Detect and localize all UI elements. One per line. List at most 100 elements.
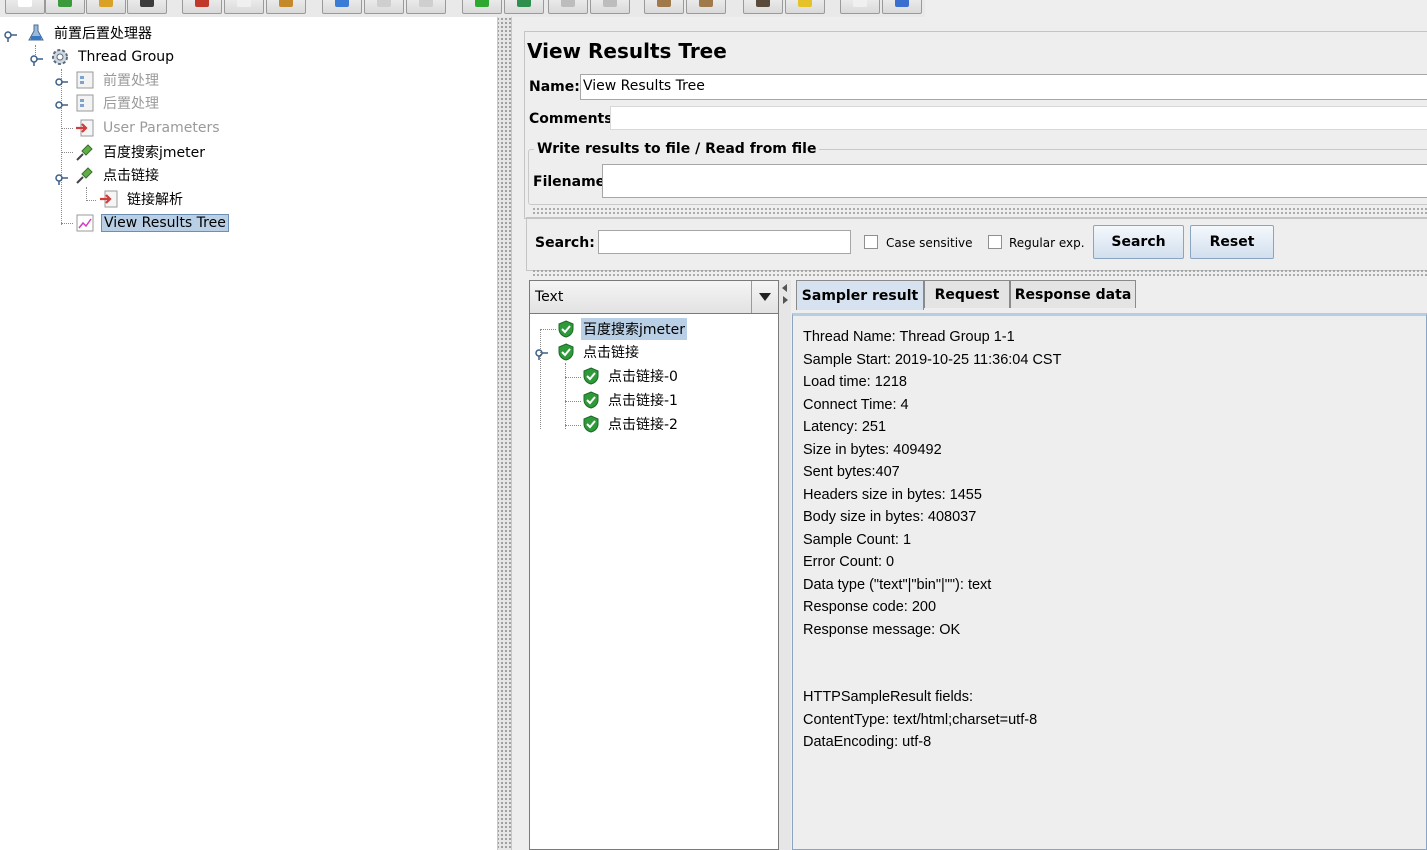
collapsed-handle-icon[interactable] bbox=[55, 75, 69, 89]
tree-node-user-parameters[interactable]: User Parameters bbox=[75, 117, 222, 139]
sample-node[interactable]: 百度搜索jmeter bbox=[557, 318, 687, 340]
expand-button[interactable] bbox=[322, 0, 362, 14]
tree-node-test-plan[interactable]: 前置后置处理器 bbox=[26, 22, 154, 44]
comments-field[interactable] bbox=[610, 106, 1427, 130]
reset-search-icon bbox=[798, 0, 812, 7]
divider-handle[interactable] bbox=[532, 269, 1427, 277]
tab-response-data[interactable]: Response data bbox=[1010, 280, 1136, 308]
test-plan-tree[interactable]: 前置后置处理器 Thread Group 前置处理 后置处理 User Para… bbox=[0, 17, 497, 850]
reset-search-button[interactable] bbox=[785, 0, 825, 14]
search-tree-button[interactable] bbox=[743, 0, 783, 14]
results-splitter[interactable] bbox=[779, 280, 791, 850]
expanded-handle-icon[interactable] bbox=[4, 28, 18, 42]
tree-node-pre-transaction[interactable]: 前置处理 bbox=[75, 69, 161, 91]
transaction-controller-icon bbox=[75, 70, 95, 90]
tree-node-click-link[interactable]: 点击链接 bbox=[75, 164, 161, 186]
search-input[interactable] bbox=[598, 230, 851, 254]
shutdown-button[interactable] bbox=[590, 0, 630, 14]
templates-button[interactable] bbox=[45, 0, 85, 14]
sampler-result-line: Thread Name: Thread Group 1-1 bbox=[803, 329, 1015, 345]
toggle-button[interactable] bbox=[406, 0, 446, 14]
gear-icon bbox=[50, 47, 70, 67]
collapsed-handle-icon[interactable] bbox=[55, 98, 69, 112]
regex-label: Regular exp. bbox=[1009, 236, 1085, 250]
test-plan-icon bbox=[26, 23, 46, 43]
toggle-icon bbox=[419, 0, 433, 7]
sample-node[interactable]: 点击链接-0 bbox=[582, 365, 680, 387]
tab-sampler-result[interactable]: Sampler result bbox=[796, 280, 924, 310]
clear-all-button[interactable] bbox=[686, 0, 726, 14]
templates-icon bbox=[58, 0, 72, 7]
open-button[interactable] bbox=[86, 0, 126, 14]
save-button[interactable] bbox=[127, 0, 167, 14]
start-no-pause-button[interactable] bbox=[504, 0, 544, 14]
new-button[interactable] bbox=[5, 0, 45, 14]
sampler-result-line: Sent bytes:407 bbox=[803, 464, 900, 480]
write-results-group-title: Write results to file / Read from file bbox=[534, 141, 820, 157]
renderer-select[interactable]: Text bbox=[529, 280, 779, 314]
paste-button[interactable] bbox=[266, 0, 306, 14]
tree-node-post-transaction[interactable]: 后置处理 bbox=[75, 92, 161, 114]
regex-checkbox[interactable] bbox=[988, 235, 1002, 249]
tree-node-thread-group[interactable]: Thread Group bbox=[50, 46, 176, 68]
tree-node-link-parser[interactable]: 链接解析 bbox=[99, 188, 185, 210]
splitter-arrows-icon[interactable] bbox=[779, 282, 791, 306]
sampler-result-line: HTTPSampleResult fields: bbox=[803, 689, 974, 705]
stop-button[interactable] bbox=[548, 0, 588, 14]
tab-request[interactable]: Request bbox=[924, 280, 1010, 308]
panel-title: View Results Tree bbox=[527, 39, 727, 63]
sampler-result-line: Size in bytes: 409492 bbox=[803, 441, 942, 458]
expanded-handle-icon[interactable] bbox=[55, 171, 69, 185]
shutdown-icon bbox=[603, 0, 617, 7]
divider-handle[interactable] bbox=[532, 207, 1427, 215]
tree-node-label: User Parameters bbox=[103, 120, 220, 136]
start-button[interactable] bbox=[462, 0, 502, 14]
sample-results-tree[interactable]: 百度搜索jmeter 点击链接 点击链接-0 点击链接-1 点击链接-2 bbox=[529, 280, 779, 850]
sampler-result-line: ContentType: text/html;charset=utf-8 bbox=[803, 711, 1038, 728]
pre-processor-icon bbox=[99, 189, 119, 209]
sampler-result-line: Sample Start: 2019-10-25 11:36:04 CST bbox=[803, 351, 1062, 368]
copy-button[interactable] bbox=[224, 0, 264, 14]
filename-field[interactable] bbox=[602, 164, 1427, 198]
expanded-handle-icon[interactable] bbox=[535, 346, 549, 360]
expanded-handle-icon[interactable] bbox=[30, 52, 44, 66]
listener-icon bbox=[75, 213, 95, 233]
case-sensitive-label: Case sensitive bbox=[886, 236, 973, 250]
success-shield-icon bbox=[558, 343, 574, 361]
sample-node[interactable]: 点击链接 bbox=[557, 341, 641, 363]
tree-node-view-results-tree[interactable]: View Results Tree bbox=[75, 212, 229, 234]
tree-node-label: 前置处理 bbox=[103, 73, 159, 89]
cut-button[interactable] bbox=[182, 0, 222, 14]
save-icon bbox=[140, 0, 154, 7]
tree-node-baidu-search[interactable]: 百度搜索jmeter bbox=[75, 141, 207, 163]
sampler-icon bbox=[75, 165, 95, 185]
sample-node[interactable]: 点击链接-2 bbox=[582, 413, 680, 435]
sampler-result-line: Body size in bytes: 408037 bbox=[803, 509, 977, 525]
name-field[interactable]: View Results Tree bbox=[580, 74, 1427, 100]
case-sensitive-checkbox[interactable] bbox=[864, 235, 878, 249]
clear-button[interactable] bbox=[644, 0, 684, 14]
view-results-tree-panel: View Results Tree Name: View Results Tre… bbox=[512, 17, 1427, 850]
sampler-result-text: Thread Name: Thread Group 1-1 Sample Star… bbox=[803, 326, 1061, 754]
reset-button[interactable]: Reset bbox=[1190, 225, 1274, 259]
tree-panel-splitter[interactable] bbox=[497, 17, 512, 850]
sampler-result-line bbox=[803, 641, 1061, 664]
collapse-button[interactable] bbox=[364, 0, 404, 14]
tree-node-label: 链接解析 bbox=[127, 192, 183, 208]
help-icon bbox=[895, 0, 909, 7]
renderer-selected-value: Text bbox=[535, 289, 564, 305]
chevron-down-icon[interactable] bbox=[751, 281, 778, 313]
function-helper-button[interactable] bbox=[840, 0, 880, 14]
sampler-icon bbox=[75, 142, 95, 162]
clear-all-icon bbox=[699, 0, 713, 7]
cut-icon bbox=[195, 0, 209, 7]
start-no-pause-icon bbox=[517, 0, 531, 7]
sample-label: 点击链接 bbox=[583, 345, 639, 361]
help-button[interactable] bbox=[882, 0, 922, 14]
search-button[interactable]: Search bbox=[1093, 225, 1184, 259]
filename-label: Filename bbox=[533, 174, 606, 190]
sampler-result-line: DataEncoding: utf-8 bbox=[803, 734, 932, 750]
tree-node-label: 前置后置处理器 bbox=[54, 26, 152, 42]
sample-node[interactable]: 点击链接-1 bbox=[582, 389, 680, 411]
search-tree-icon bbox=[756, 0, 770, 7]
